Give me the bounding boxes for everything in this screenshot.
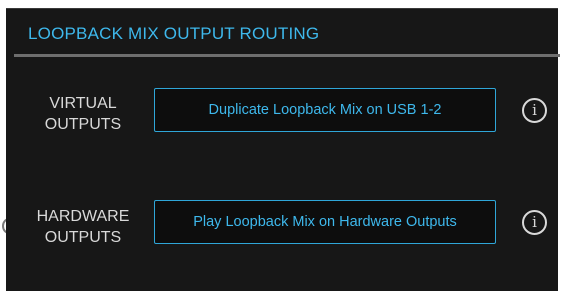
hardware-outputs-label-line2: OUTPUTS (44, 229, 122, 246)
hardware-outputs-label: HARDWARE OUTPUTS (18, 206, 148, 248)
virtual-outputs-label: VIRTUAL OUTPUTS (18, 93, 148, 135)
panel-title: LOOPBACK MIX OUTPUT ROUTING (28, 24, 320, 43)
info-icon[interactable]: i (522, 210, 547, 235)
info-icon[interactable]: i (522, 98, 547, 123)
hardware-outputs-label-line1: HARDWARE (36, 208, 130, 225)
header-divider (14, 54, 560, 57)
play-loopback-hardware-button[interactable]: Play Loopback Mix on Hardware Outputs (154, 200, 496, 244)
duplicate-loopback-usb-button[interactable]: Duplicate Loopback Mix on USB 1-2 (154, 88, 496, 132)
loopback-routing-panel: LOOPBACK MIX OUTPUT ROUTING VIRTUAL OUTP… (6, 8, 560, 291)
virtual-outputs-label-line1: VIRTUAL (49, 95, 117, 112)
virtual-outputs-label-line2: OUTPUTS (44, 116, 122, 133)
